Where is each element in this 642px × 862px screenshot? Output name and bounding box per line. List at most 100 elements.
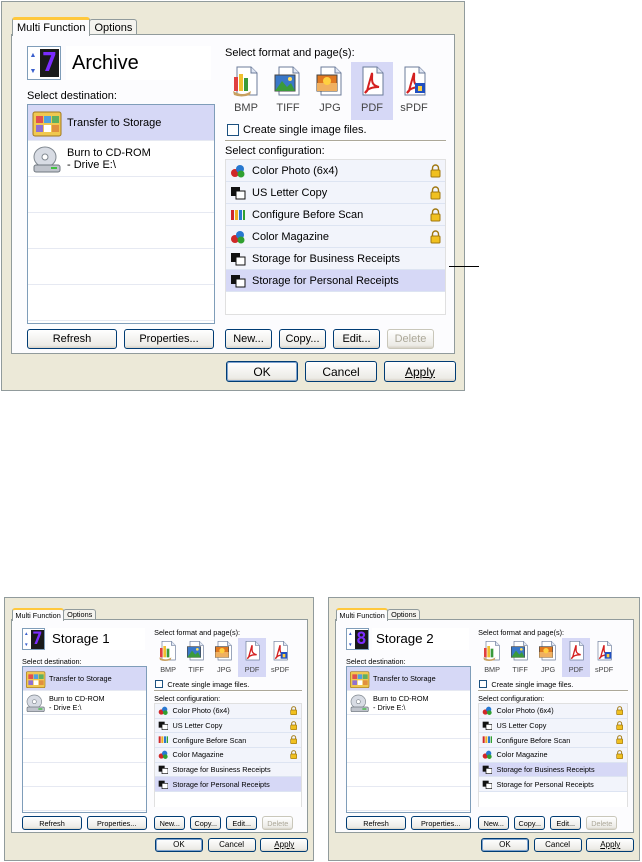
destination-item[interactable]: Burn to CD-ROM - Drive E:\ — [347, 691, 471, 716]
configuration-list[interactable]: Color Photo (6x4) US Letter Copy Configure… — [225, 159, 446, 315]
format-tiff[interactable]: TIFF — [506, 638, 534, 677]
ok-button[interactable]: OK — [154, 837, 203, 852]
checkbox-box[interactable] — [479, 680, 488, 689]
checkbox-box[interactable] — [155, 680, 164, 689]
tab-options[interactable]: Options — [89, 19, 138, 35]
new-button[interactable]: New... — [225, 329, 272, 349]
format-jpg[interactable]: JPG — [534, 638, 562, 677]
configuration-item[interactable]: Storage for Personal Receipts — [479, 777, 627, 793]
destination-list[interactable]: Transfer to Storage Burn to CD-ROM - Drive… — [346, 666, 472, 813]
configuration-item[interactable]: Color Photo (6x4) — [226, 160, 445, 182]
format-pdf[interactable]: PDF — [562, 638, 591, 677]
create-single-image-checkbox[interactable]: Create single image files. — [155, 680, 249, 689]
configuration-item[interactable]: Storage for Business Receipts — [479, 762, 627, 778]
button-number-display: 7 — [31, 628, 44, 649]
tab-multi-function[interactable]: Multi Function — [12, 17, 91, 36]
properties-button[interactable]: Properties... — [86, 816, 147, 830]
refresh-button[interactable]: Refresh — [27, 329, 117, 349]
configuration-item[interactable]: Configure Before Scan — [155, 733, 301, 748]
destination-label: Transfer to Storage — [373, 674, 436, 684]
ok-button[interactable]: OK — [226, 361, 298, 382]
button-number-spinner[interactable]: ▲ ▼ 8 — [346, 627, 369, 651]
chevron-down-icon[interactable]: ▼ — [24, 642, 29, 647]
configuration-item[interactable]: Configure Before Scan — [226, 204, 445, 226]
new-button[interactable]: New... — [154, 816, 186, 830]
destination-list[interactable]: Transfer to Storage Burn to CD-ROM - Drive… — [22, 666, 148, 813]
tab-multi-function-label: Multi Function — [15, 611, 61, 621]
apply-button[interactable]: Apply — [586, 837, 635, 852]
tab-multi-function[interactable]: Multi Function — [11, 608, 65, 621]
format-spdf[interactable]: sPDF — [393, 62, 435, 120]
configuration-list[interactable]: Color Photo (6x4) US Letter Copy Configure… — [154, 702, 302, 808]
cancel-button[interactable]: Cancel — [207, 837, 256, 852]
apply-button-label: Apply — [404, 364, 436, 379]
format-jpg[interactable]: JPG — [309, 62, 351, 120]
edit-button[interactable]: Edit... — [333, 329, 380, 349]
new-button[interactable]: New... — [478, 816, 510, 830]
chevron-up-icon[interactable]: ▲ — [24, 631, 29, 636]
format-pdf[interactable]: PDF — [238, 638, 267, 677]
tab-strip: Multi Function Options — [12, 15, 138, 36]
format-bmp[interactable]: BMP — [478, 638, 506, 677]
create-single-image-checkbox[interactable]: Create single image files. — [479, 680, 573, 689]
configuration-item[interactable]: Storage for Personal Receipts — [155, 777, 301, 793]
destination-item[interactable]: Burn to CD-ROM - Drive E:\ — [28, 141, 214, 177]
configuration-item[interactable]: US Letter Copy — [226, 182, 445, 204]
create-single-image-checkbox[interactable]: Create single image files. — [227, 124, 367, 136]
configuration-list[interactable]: Color Photo (6x4) US Letter Copy Configure… — [478, 702, 628, 808]
copy-button[interactable]: Copy... — [279, 329, 326, 349]
configuration-item[interactable]: Storage for Business Receipts — [155, 762, 301, 778]
apply-button[interactable]: Apply — [384, 361, 456, 382]
configuration-item[interactable]: Storage for Personal Receipts — [226, 270, 445, 292]
configuration-item[interactable]: Configure Before Scan — [479, 733, 627, 748]
format-label: sPDF — [270, 664, 290, 674]
configuration-item[interactable]: Color Magazine — [226, 226, 445, 248]
format-spdf[interactable]: sPDF — [590, 638, 618, 677]
button-name: Storage 2 — [372, 627, 469, 651]
destination-item[interactable]: Burn to CD-ROM - Drive E:\ — [23, 691, 147, 716]
refresh-button[interactable]: Refresh — [22, 816, 82, 830]
chevron-down-icon[interactable]: ▼ — [30, 68, 37, 75]
button-number-spinner[interactable]: ▲ ▼ 7 — [27, 46, 61, 80]
format-bmp[interactable]: BMP — [154, 638, 182, 677]
chevron-up-icon[interactable]: ▲ — [30, 52, 37, 59]
spinner-arrows[interactable]: ▲ ▼ — [28, 47, 38, 79]
format-bmp[interactable]: BMP — [225, 62, 267, 120]
apply-button[interactable]: Apply — [260, 837, 309, 852]
ok-button[interactable]: OK — [480, 837, 529, 852]
format-tiff[interactable]: TIFF — [267, 62, 309, 120]
format-pdf[interactable]: PDF — [351, 62, 393, 120]
copy-button[interactable]: Copy... — [190, 816, 222, 830]
configuration-item[interactable]: US Letter Copy — [155, 718, 301, 734]
properties-button[interactable]: Properties... — [124, 329, 214, 349]
configuration-item[interactable]: Color Photo (6x4) — [479, 703, 627, 719]
spinner-arrows[interactable]: ▲ ▼ — [347, 629, 354, 650]
destination-item[interactable]: Transfer to Storage — [28, 105, 214, 141]
bw-document-icon — [482, 780, 493, 789]
format-spdf[interactable]: sPDF — [266, 638, 294, 677]
configuration-item[interactable]: US Letter Copy — [479, 718, 627, 734]
chevron-down-icon[interactable]: ▼ — [348, 642, 353, 647]
format-jpg[interactable]: JPG — [210, 638, 238, 677]
edit-button[interactable]: Edit... — [550, 816, 582, 830]
spinner-arrows[interactable]: ▲ ▼ — [23, 629, 30, 650]
properties-button[interactable]: Properties... — [410, 816, 471, 830]
refresh-button[interactable]: Refresh — [346, 816, 406, 830]
checkbox-box[interactable] — [227, 124, 239, 136]
format-tiff[interactable]: TIFF — [182, 638, 210, 677]
destination-item[interactable]: Transfer to Storage — [347, 667, 471, 692]
tab-multi-function[interactable]: Multi Function — [335, 608, 389, 621]
configuration-item[interactable]: Color Magazine — [155, 747, 301, 763]
edit-button[interactable]: Edit... — [226, 816, 258, 830]
destination-list[interactable]: Transfer to Storage Burn to CD-ROM - Drive… — [27, 104, 215, 324]
create-single-image-label: Create single image files. — [491, 679, 574, 689]
destination-item[interactable]: Transfer to Storage — [23, 667, 147, 692]
chevron-up-icon[interactable]: ▲ — [348, 631, 353, 636]
configuration-item[interactable]: Color Magazine — [479, 747, 627, 763]
configuration-item[interactable]: Color Photo (6x4) — [155, 703, 301, 719]
cancel-button[interactable]: Cancel — [305, 361, 377, 382]
configuration-item[interactable]: Storage for Business Receipts — [226, 248, 445, 270]
button-number-spinner[interactable]: ▲ ▼ 7 — [22, 627, 45, 651]
copy-button[interactable]: Copy... — [514, 816, 546, 830]
cancel-button[interactable]: Cancel — [533, 837, 582, 852]
